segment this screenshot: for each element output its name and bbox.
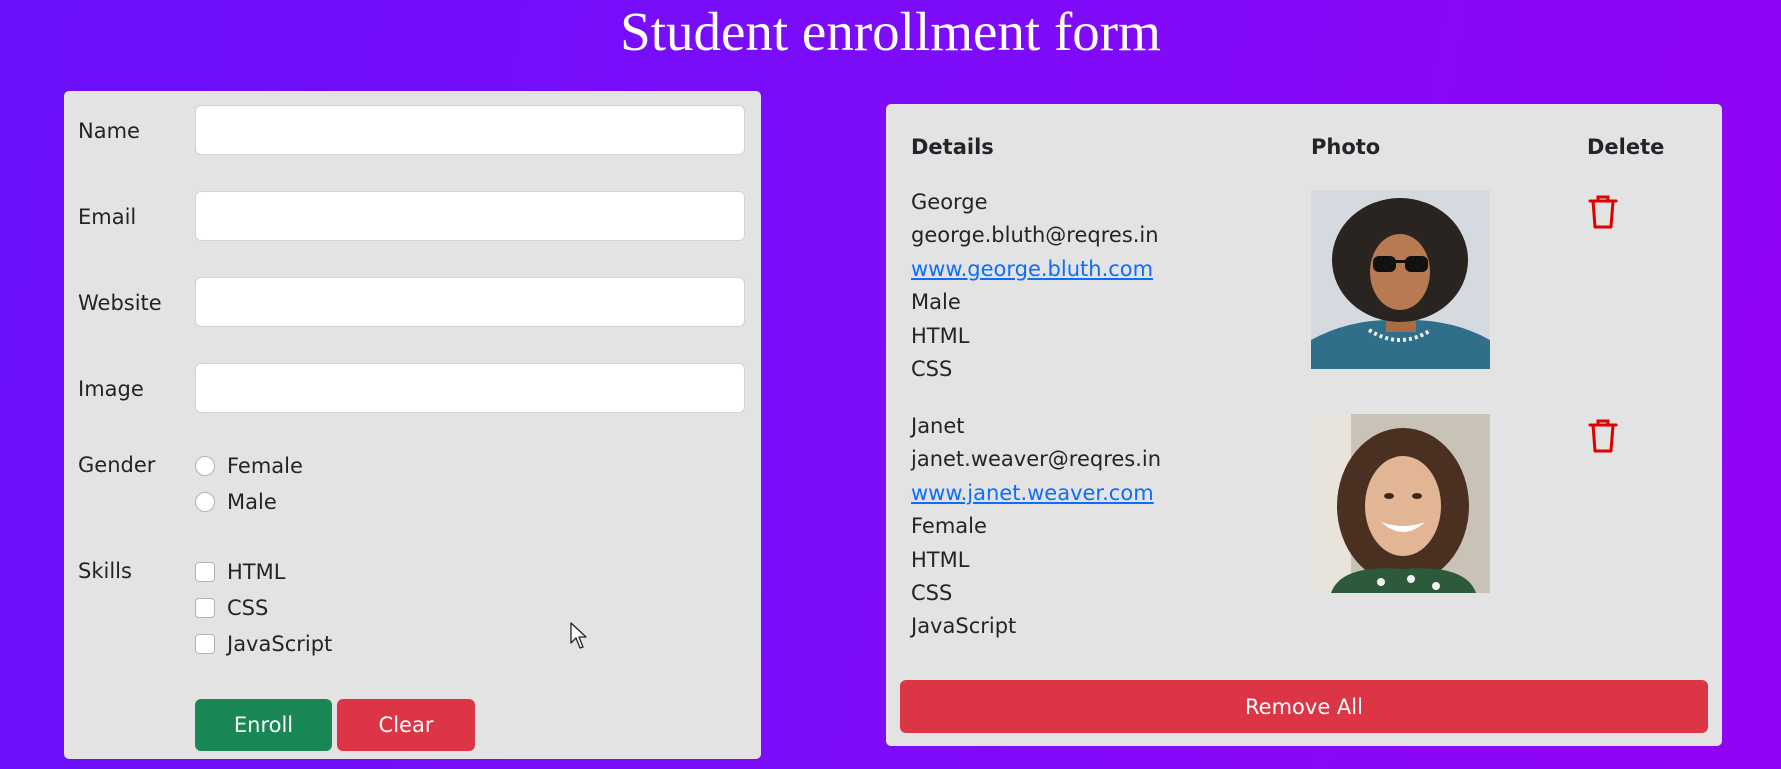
female-label: Female (227, 454, 303, 478)
student-photo (1311, 190, 1490, 369)
mouse-pointer-icon (570, 622, 587, 649)
css-label: CSS (227, 596, 269, 620)
photo-header: Photo (1311, 135, 1381, 159)
student-list: Details Photo Delete George george.bluth… (886, 104, 1722, 746)
student-gender: Male (911, 290, 961, 315)
email-input[interactable] (195, 191, 745, 241)
student-details: Janet janet.weaver@reqres.in www.janet.w… (911, 410, 1161, 644)
trash-icon[interactable] (1587, 194, 1619, 230)
website-input[interactable] (195, 277, 745, 327)
gender-option-male[interactable]: Male (195, 488, 277, 516)
female-radio[interactable] (195, 456, 215, 476)
page-title: Student enrollment form (620, 1, 1161, 62)
image-label: Image (78, 377, 144, 401)
enrollment-form: Name Email Website Image Gender Female M… (64, 91, 761, 759)
student-skill: HTML (911, 547, 970, 572)
javascript-checkbox[interactable] (195, 634, 215, 654)
image-input[interactable] (195, 363, 745, 413)
name-label: Name (78, 119, 140, 143)
css-checkbox[interactable] (195, 598, 215, 618)
student-name: Janet (911, 414, 965, 438)
student-gender: Female (911, 514, 987, 539)
email-label: Email (78, 205, 137, 229)
student-skill: HTML (911, 323, 970, 348)
website-label: Website (78, 291, 162, 315)
skill-option-html[interactable]: HTML (195, 558, 285, 586)
male-radio[interactable] (195, 492, 215, 512)
enroll-button[interactable]: Enroll (195, 699, 332, 751)
student-skill: JavaScript (911, 614, 1017, 639)
student-skill: CSS (911, 580, 953, 605)
student-email: george.bluth@reqres.in (911, 223, 1159, 248)
clear-button[interactable]: Clear (337, 699, 475, 751)
gender-label: Gender (78, 453, 156, 477)
student-website-link[interactable]: www.george.bluth.com (911, 257, 1153, 281)
skill-option-javascript[interactable]: JavaScript (195, 630, 332, 658)
skills-label: Skills (78, 559, 132, 583)
remove-all-button[interactable]: Remove All (900, 680, 1708, 733)
javascript-label: JavaScript (227, 632, 333, 656)
male-label: Male (227, 490, 277, 514)
details-header: Details (911, 135, 994, 159)
skill-option-css[interactable]: CSS (195, 594, 268, 622)
html-checkbox[interactable] (195, 562, 215, 582)
student-photo (1311, 414, 1490, 593)
html-label: HTML (227, 560, 286, 584)
student-name: George (911, 190, 988, 214)
trash-icon[interactable] (1587, 418, 1619, 454)
student-website-link[interactable]: www.janet.weaver.com (911, 481, 1154, 505)
student-email: janet.weaver@reqres.in (911, 447, 1162, 472)
student-details: George george.bluth@reqres.in www.george… (911, 186, 1159, 386)
name-input[interactable] (195, 105, 745, 155)
delete-header: Delete (1587, 135, 1665, 159)
student-skill: CSS (911, 356, 953, 381)
gender-option-female[interactable]: Female (195, 452, 303, 480)
